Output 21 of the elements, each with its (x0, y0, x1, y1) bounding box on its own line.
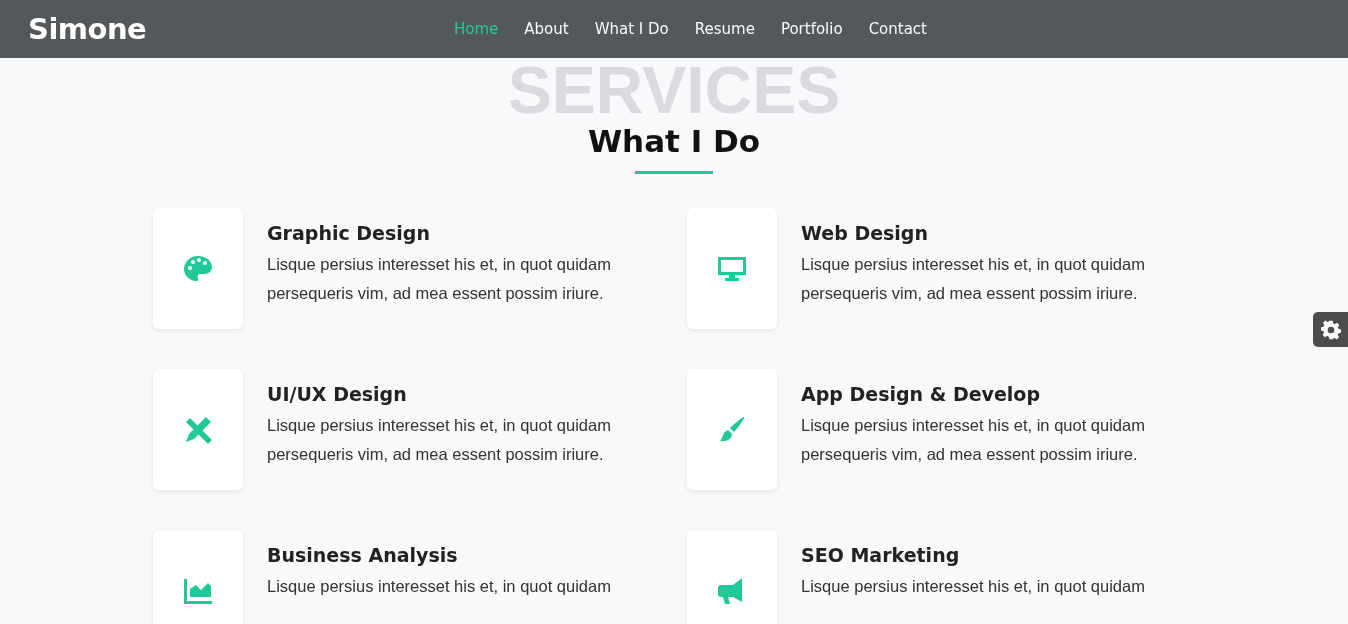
section-title: What I Do (587, 122, 761, 159)
service-title: App Design & Develop (801, 383, 1042, 405)
settings-button[interactable] (1313, 312, 1348, 347)
nav-link[interactable]: Portfolio (780, 18, 843, 40)
service-description: Lisque persius interesset his et, in quot quidam (801, 576, 1146, 597)
service-description: Lisque persius interesset his et, in quot quidam persequeris vim, ad mea essent possim iriure. (801, 415, 1146, 465)
service-description: Lisque persius interesset his et, in quot quidam (267, 576, 612, 597)
brand-logo[interactable]: Simone (28, 12, 438, 46)
service-description: Lisque persius interesset his et, in quot quidam persequeris vim, ad mea essent possim iriure. (267, 415, 612, 465)
service-title: Business Analysis (267, 544, 459, 566)
service-title: SEO Marketing (801, 544, 961, 566)
service-description: Lisque persius interesset his et, in quot quidam persequeris vim, ad mea essent possim iriure. (801, 254, 1146, 304)
nav-link[interactable]: Resume (694, 18, 755, 40)
nav-link[interactable]: Contact (868, 18, 927, 40)
nav-link[interactable]: About (524, 18, 569, 40)
settings-icon (1320, 319, 1341, 340)
service-title: UI/UX Design (267, 383, 408, 405)
service-title: Graphic Design (267, 222, 431, 244)
nav-link[interactable]: What I Do (594, 18, 669, 40)
service-description: Lisque persius interesset his et, in quot quidam persequeris vim, ad mea essent possim iriure. (267, 254, 612, 304)
service-title: Web Design (801, 222, 929, 244)
